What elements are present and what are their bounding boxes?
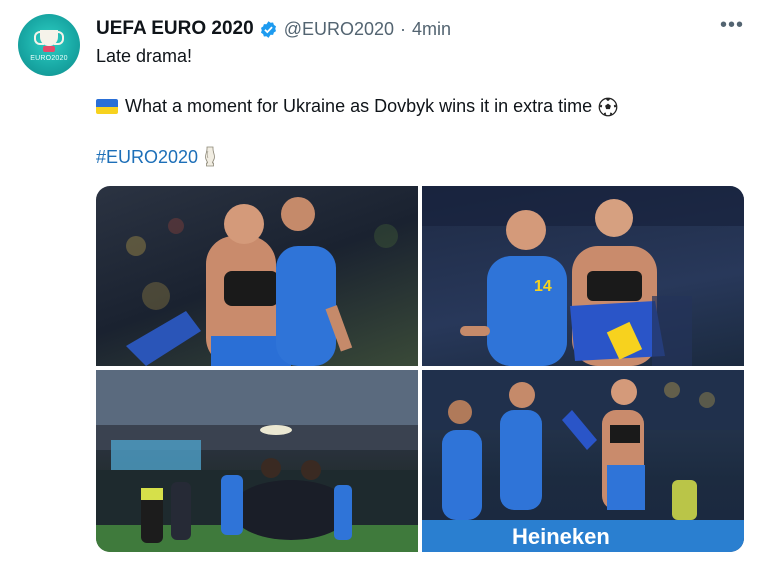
separator-dot: · bbox=[400, 18, 407, 39]
media-grid: 14 Heineken bbox=[96, 186, 744, 552]
svg-text:14: 14 bbox=[534, 278, 552, 295]
photo-3-image bbox=[96, 370, 418, 552]
more-options-icon[interactable]: ••• bbox=[720, 14, 744, 37]
trophy-icon bbox=[205, 146, 215, 167]
avatar[interactable]: EURO2020 bbox=[18, 14, 80, 76]
timestamp[interactable]: 4min bbox=[412, 19, 451, 40]
photo-1-image bbox=[126, 197, 398, 366]
ukraine-flag-icon bbox=[96, 99, 118, 114]
photo-4-banner-text: Heineken bbox=[512, 524, 610, 549]
photo-1[interactable] bbox=[96, 186, 418, 366]
soccer-ball-icon bbox=[598, 97, 618, 116]
trophy-logo-icon bbox=[34, 28, 64, 54]
account-handle[interactable]: @EURO2020 bbox=[284, 19, 394, 40]
account-name[interactable]: UEFA EURO 2020 bbox=[96, 18, 254, 40]
tweet-header: UEFA EURO 2020 @EURO2020 · 4min bbox=[96, 18, 451, 40]
photo-3[interactable] bbox=[96, 370, 418, 552]
verified-badge-icon bbox=[260, 20, 276, 38]
photo-2[interactable]: 14 bbox=[422, 186, 744, 366]
hashtag-link[interactable]: #EURO2020 bbox=[96, 147, 198, 168]
photo-2-image: 14 bbox=[422, 186, 744, 366]
avatar-text: EURO2020 bbox=[30, 55, 68, 62]
hashtag-line: #EURO2020 bbox=[96, 146, 216, 168]
tweet-text-line2-label: What a moment for Ukraine as Dovbyk wins… bbox=[125, 96, 593, 116]
photo-4[interactable]: Heineken bbox=[422, 370, 744, 552]
photo-4-image: Heineken bbox=[422, 370, 744, 552]
tweet-text-line2: What a moment for Ukraine as Dovbyk wins… bbox=[96, 96, 618, 117]
tweet-text-line1: Late drama! bbox=[96, 46, 193, 66]
